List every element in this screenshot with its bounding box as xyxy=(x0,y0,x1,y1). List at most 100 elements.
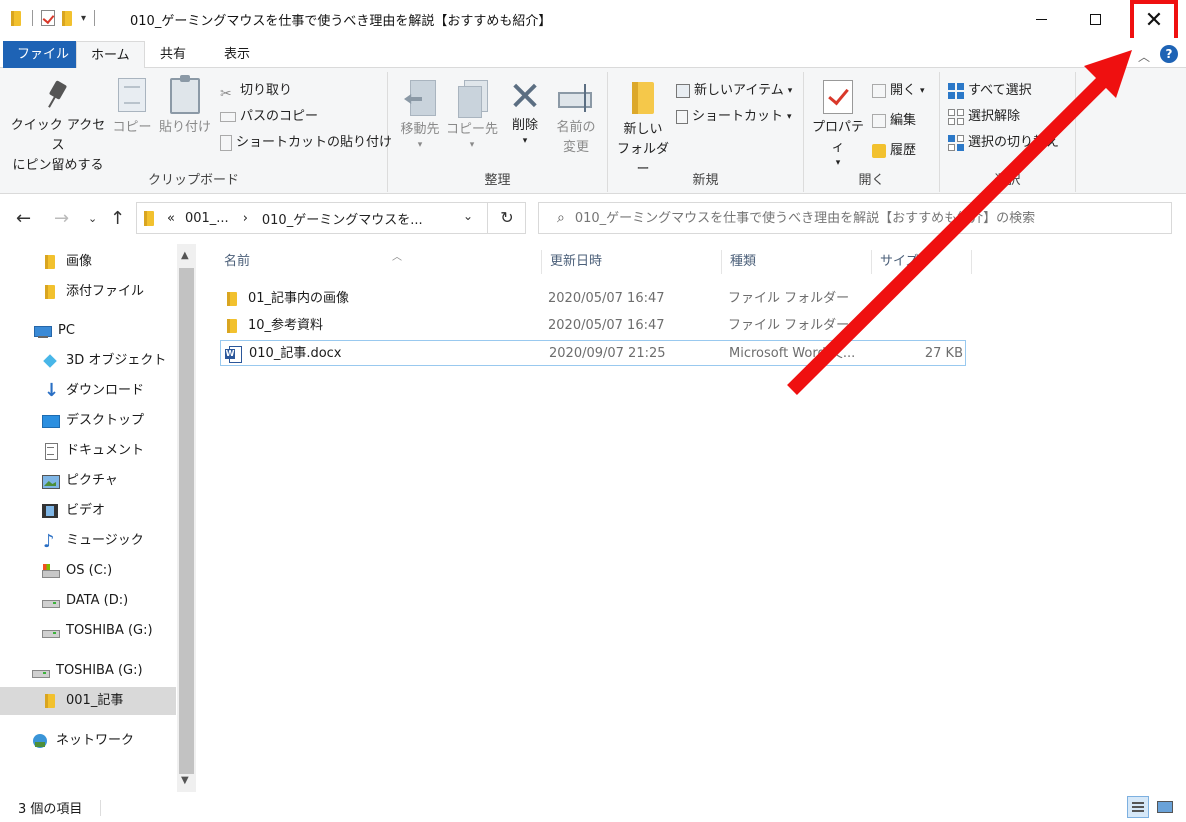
folder-icon xyxy=(224,318,240,334)
column-header-label: 種類 xyxy=(730,254,757,269)
nav-item-label: PC xyxy=(58,323,75,338)
tab-view[interactable]: 表示 xyxy=(210,41,264,68)
breadcrumb-overflow[interactable]: « xyxy=(167,211,175,226)
back-arrow-icon[interactable]: ← xyxy=(16,208,31,229)
nav-item-music[interactable]: ミュージック xyxy=(0,527,144,556)
ribbon-collapse-icon[interactable]: ︿ xyxy=(1138,48,1150,65)
nav-item-3d-objects[interactable]: 3D オブジェクト xyxy=(0,347,166,375)
properties-label: プロパティ xyxy=(811,120,864,155)
nav-item-pc[interactable]: PC xyxy=(0,317,75,345)
group-label-select: 選択 xyxy=(994,173,1021,188)
nav-item-videos[interactable]: ビデオ xyxy=(0,497,105,525)
tab-share[interactable]: 共有 xyxy=(146,41,200,68)
help-icon[interactable]: ? xyxy=(1160,45,1178,63)
file-row[interactable]: 10_参考資料 2020/05/07 16:47 ファイル フォルダー xyxy=(220,313,966,339)
properties-checkmark-icon[interactable] xyxy=(41,10,55,26)
details-view-button[interactable] xyxy=(1127,796,1149,818)
scrollbar-thumb[interactable] xyxy=(179,268,194,774)
refresh-icon[interactable]: ↻ xyxy=(487,203,526,233)
shortcut-button[interactable]: ショートカット ▾ xyxy=(676,106,792,128)
address-dropdown-chevron-icon[interactable]: ⌄ xyxy=(463,209,473,223)
maximize-button[interactable] xyxy=(1072,0,1118,38)
column-header-name[interactable]: 名前 ︿ xyxy=(216,250,542,274)
file-size: 27 KB xyxy=(924,346,963,361)
forward-arrow-icon[interactable]: → xyxy=(54,208,69,229)
nav-item-network[interactable]: ネットワーク xyxy=(0,727,134,755)
copy-path-button[interactable]: パスのコピー xyxy=(220,106,318,128)
move-to-button[interactable]: 移動先 ▾ xyxy=(394,78,446,150)
group-label-open: 開く xyxy=(858,173,885,188)
search-icon: ⌕ xyxy=(557,210,565,226)
paste-label: 貼り付け xyxy=(158,120,211,135)
history-button[interactable]: 履歴 xyxy=(872,140,916,162)
scroll-down-icon[interactable]: ▼ xyxy=(181,775,189,786)
column-header-label: 名前 xyxy=(224,254,251,269)
breadcrumb-item-2[interactable]: 010_ゲーミングマウスを... xyxy=(262,209,423,228)
tab-file[interactable]: ファイル xyxy=(3,41,84,68)
select-all-button[interactable]: すべて選択 xyxy=(948,80,1032,102)
folder-icon xyxy=(42,284,58,300)
shortcut-icon xyxy=(676,110,688,124)
column-header-type[interactable]: 種類 xyxy=(722,250,872,274)
breadcrumb-item-1[interactable]: 001_... xyxy=(185,211,229,226)
search-input[interactable] xyxy=(574,210,1135,226)
minimize-button[interactable] xyxy=(1018,0,1064,38)
new-item-label: 新しいアイテム xyxy=(694,83,784,98)
navigation-pane-scrollbar[interactable]: ▲ ▼ xyxy=(177,244,196,792)
select-none-button[interactable]: 選択解除 xyxy=(948,106,1020,128)
divider xyxy=(100,800,101,816)
qat-dropdown-icon[interactable]: ▾ xyxy=(81,13,86,24)
nav-item-toshiba-g-root[interactable]: TOSHIBA (G:) xyxy=(0,657,143,685)
invert-selection-button[interactable]: 選択の切り替え xyxy=(948,132,1059,154)
delete-button[interactable]: ✕ 削除 ▾ xyxy=(502,77,548,146)
nav-item-label: ネットワーク xyxy=(56,733,135,748)
window-title: 010_ゲーミングマウスを仕事で使うべき理由を解説【おすすめも紹介】 xyxy=(130,14,552,29)
paste-shortcut-button[interactable]: ショートカットの貼り付け xyxy=(220,132,392,154)
nav-item-documents[interactable]: ドキュメント xyxy=(0,437,144,465)
copy-button[interactable]: コピー xyxy=(110,78,154,138)
file-row[interactable]: 01_記事内の画像 2020/05/07 16:47 ファイル フォルダー xyxy=(220,286,966,312)
column-header-date[interactable]: 更新日時 xyxy=(542,250,722,274)
properties-button[interactable]: プロパティ ▾ xyxy=(808,78,868,168)
nav-item-downloads[interactable]: ダウンロード xyxy=(0,377,144,405)
nav-item-label: TOSHIBA (G:) xyxy=(66,623,153,638)
nav-item-001-article[interactable]: 001_記事 xyxy=(0,687,176,715)
shortcut-label: ショートカット xyxy=(692,109,784,124)
cut-button[interactable]: ✂ 切り取り xyxy=(220,80,292,102)
nav-item-data-d[interactable]: DATA (D:) xyxy=(0,587,128,615)
video-icon xyxy=(42,503,58,519)
file-row[interactable]: 010_記事.docx 2020/09/07 21:25 Microsoft W… xyxy=(220,340,966,366)
folder-icon xyxy=(143,210,157,226)
open-button[interactable]: 開く ▾ xyxy=(872,80,925,102)
file-name: 10_参考資料 xyxy=(248,318,324,333)
column-header-size[interactable]: サイズ xyxy=(872,250,972,274)
edit-button[interactable]: 編集 xyxy=(872,110,916,132)
paste-button[interactable]: 貼り付け xyxy=(158,75,212,138)
scroll-up-icon[interactable]: ▲ xyxy=(181,250,189,261)
up-arrow-icon[interactable]: ↑ xyxy=(110,208,125,229)
nav-item-attachments[interactable]: 添付ファイル xyxy=(0,278,144,306)
file-date: 2020/05/07 16:47 xyxy=(548,291,665,306)
tab-home[interactable]: ホーム xyxy=(76,41,145,69)
breadcrumb-separator[interactable]: › xyxy=(243,211,248,226)
pin-to-quick-access-button[interactable]: クイック アクセス にピン留めする xyxy=(8,78,108,176)
nav-item-label: 画像 xyxy=(66,254,93,269)
nav-item-desktop[interactable]: デスクトップ xyxy=(0,407,144,435)
nav-item-pictures[interactable]: ピクチャ xyxy=(0,467,118,495)
select-none-label: 選択解除 xyxy=(968,109,1021,124)
clipboard-icon xyxy=(170,75,200,114)
nav-item-images[interactable]: 画像 xyxy=(0,248,92,276)
search-box[interactable]: ⌕ xyxy=(538,202,1172,234)
copy-to-button[interactable]: コピー先 ▾ xyxy=(446,78,498,150)
large-icons-view-button[interactable] xyxy=(1154,796,1176,818)
close-button[interactable]: ✕ xyxy=(1130,0,1178,42)
new-folder-icon[interactable] xyxy=(61,10,75,26)
new-item-button[interactable]: 新しいアイテム ▾ xyxy=(676,80,792,102)
file-name: 01_記事内の画像 xyxy=(248,291,350,306)
address-bar[interactable]: « 001_... › 010_ゲーミングマウスを... ⌄ ↻ xyxy=(136,202,526,234)
recent-locations-chevron-icon[interactable]: ⌄ xyxy=(88,212,97,225)
nav-item-os-c[interactable]: OS (C:) xyxy=(0,557,112,585)
rename-button[interactable]: 名前の 変更 xyxy=(550,78,602,158)
nav-item-toshiba-g[interactable]: TOSHIBA (G:) xyxy=(0,617,153,645)
new-folder-button[interactable]: 新しい フォルダー xyxy=(612,78,674,180)
